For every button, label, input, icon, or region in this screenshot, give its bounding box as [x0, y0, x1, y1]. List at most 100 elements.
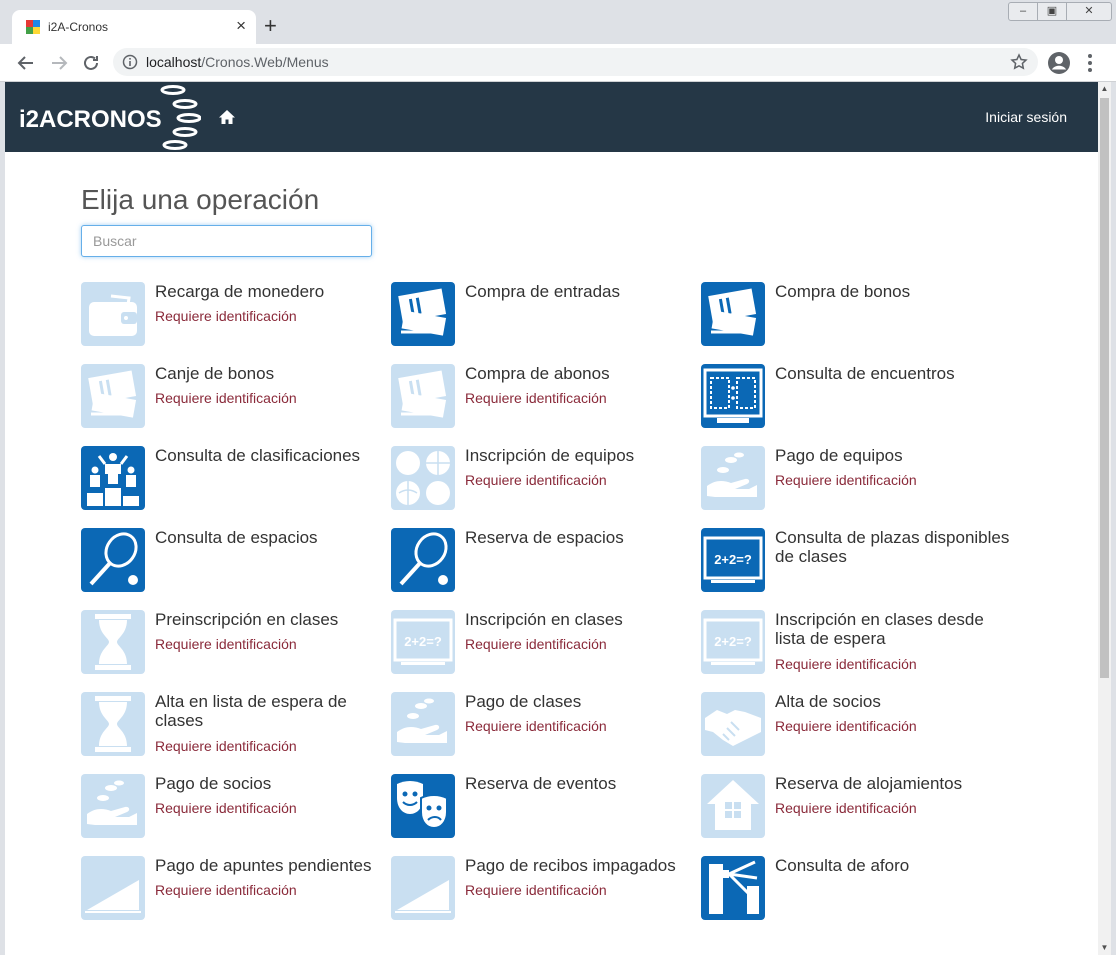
- home-icon[interactable]: [218, 108, 236, 126]
- operation-title[interactable]: Alta en lista de espera de clases: [155, 692, 390, 730]
- blackboard-icon[interactable]: 2+2=?: [701, 528, 765, 592]
- operation-title[interactable]: Pago de apuntes pendientes: [155, 856, 390, 875]
- tickets-icon[interactable]: [391, 364, 455, 428]
- reload-icon[interactable]: [81, 53, 101, 73]
- brand-text: i2ACRONOS: [19, 106, 162, 133]
- hand-coins-icon[interactable]: [391, 692, 455, 756]
- operation-title[interactable]: Alta de socios: [775, 692, 1010, 711]
- operation-title[interactable]: Compra de entradas: [465, 282, 700, 301]
- minimize-icon[interactable]: –: [1008, 2, 1038, 21]
- tickets-icon[interactable]: [701, 282, 765, 346]
- operation-item[interactable]: 2+2=? Inscripción en clases desde lista d…: [701, 609, 1006, 679]
- login-link[interactable]: Iniciar sesión: [985, 109, 1067, 125]
- i2acronos-logo[interactable]: i2ACRONOS: [19, 84, 201, 150]
- operation-requirement: Requiere identificación: [465, 636, 607, 652]
- hourglass-icon[interactable]: [81, 610, 145, 674]
- new-tab-icon[interactable]: +: [264, 14, 277, 38]
- operation-item[interactable]: Reserva de alojamientos Requiere identifi…: [701, 773, 1006, 843]
- operation-item[interactable]: Compra de entradas: [391, 281, 696, 351]
- operation-title[interactable]: Pago de socios: [155, 774, 390, 793]
- operation-item[interactable]: Consulta de encuentros: [701, 363, 1006, 433]
- tickets-icon[interactable]: [81, 364, 145, 428]
- operation-title[interactable]: Consulta de clasificaciones: [155, 446, 390, 465]
- restore-icon[interactable]: ▣: [1037, 2, 1067, 21]
- window-controls: – ▣ ✕: [1008, 2, 1112, 21]
- operation-title[interactable]: Pago de clases: [465, 692, 700, 711]
- podium-icon[interactable]: [81, 446, 145, 510]
- turnstile-icon[interactable]: [701, 856, 765, 920]
- operation-item[interactable]: Pago de equipos Requiere identificación: [701, 445, 1006, 515]
- close-tab-icon[interactable]: ×: [236, 16, 246, 36]
- scrollbar-thumb[interactable]: [1100, 98, 1109, 678]
- operation-title[interactable]: Inscripción en clases: [465, 610, 700, 629]
- operation-item[interactable]: Recarga de monedero Requiere identificaci…: [81, 281, 386, 351]
- browser-tab[interactable]: i2A-Cronos ×: [12, 10, 256, 44]
- operation-title[interactable]: Canje de bonos: [155, 364, 390, 383]
- operation-item[interactable]: Inscripción de equipos Requiere identific…: [391, 445, 696, 515]
- operation-item[interactable]: Reserva de espacios: [391, 527, 696, 597]
- operation-item[interactable]: Pago de socios Requiere identificación: [81, 773, 386, 843]
- hand-coins-icon[interactable]: [81, 774, 145, 838]
- back-icon[interactable]: [16, 53, 36, 73]
- operation-title[interactable]: Reserva de eventos: [465, 774, 700, 793]
- operation-item[interactable]: Compra de bonos: [701, 281, 1006, 351]
- operation-item[interactable]: Consulta de aforo: [701, 855, 1006, 925]
- operation-item[interactable]: Consulta de espacios: [81, 527, 386, 597]
- operation-item[interactable]: Pago de apuntes pendientes Requiere ident…: [81, 855, 386, 925]
- operation-item[interactable]: Pago de clases Requiere identificación: [391, 691, 696, 761]
- operation-item[interactable]: Alta en lista de espera de clases Requier…: [81, 691, 386, 761]
- blackboard-icon[interactable]: 2+2=?: [701, 610, 765, 674]
- operation-title[interactable]: Compra de bonos: [775, 282, 1010, 301]
- operation-title[interactable]: Consulta de aforo: [775, 856, 1010, 875]
- racket-icon[interactable]: [391, 528, 455, 592]
- operation-title[interactable]: Pago de equipos: [775, 446, 1010, 465]
- operation-title[interactable]: Reserva de alojamientos: [775, 774, 1010, 793]
- scroll-down-icon[interactable]: ▼: [1098, 943, 1111, 953]
- search-input[interactable]: [81, 225, 372, 257]
- handshake-icon[interactable]: [701, 692, 765, 756]
- ramp-icon[interactable]: [391, 856, 455, 920]
- tickets-icon[interactable]: [391, 282, 455, 346]
- ramp-icon[interactable]: [81, 856, 145, 920]
- browser-menu-icon[interactable]: [1086, 52, 1094, 74]
- operation-item[interactable]: Compra de abonos Requiere identificación: [391, 363, 696, 433]
- info-icon[interactable]: [122, 54, 138, 70]
- operation-item[interactable]: Alta de socios Requiere identificación: [701, 691, 1006, 761]
- operation-title[interactable]: Compra de abonos: [465, 364, 700, 383]
- operation-item[interactable]: Consulta de clasificaciones: [81, 445, 386, 515]
- operation-title[interactable]: Inscripción en clases desde lista de esp…: [775, 610, 1010, 648]
- scroll-up-icon[interactable]: ▲: [1098, 84, 1111, 94]
- operation-item[interactable]: 2+2=? Consulta de plazas disponibles de c…: [701, 527, 1009, 597]
- operation-title[interactable]: Preinscripción en clases: [155, 610, 390, 629]
- browser-titlebar: i2A-Cronos × + – ▣ ✕: [0, 0, 1116, 44]
- operation-title[interactable]: Reserva de espacios: [465, 528, 700, 547]
- operation-title[interactable]: Consulta de encuentros: [775, 364, 1010, 383]
- operation-title[interactable]: Recarga de monedero: [155, 282, 390, 301]
- address-bar[interactable]: localhost/Cronos.Web/Menus: [113, 48, 1038, 76]
- page-scrollbar[interactable]: ▲ ▼: [1098, 82, 1111, 955]
- forward-icon[interactable]: [49, 53, 69, 73]
- url-path: /Cronos.Web/Menus: [201, 54, 329, 70]
- hourglass-icon[interactable]: [81, 692, 145, 756]
- theater-masks-icon[interactable]: [391, 774, 455, 838]
- wallet-icon[interactable]: [81, 282, 145, 346]
- operation-item[interactable]: Pago de recibos impagados Requiere identi…: [391, 855, 696, 925]
- operation-title[interactable]: Inscripción de equipos: [465, 446, 700, 465]
- operation-item[interactable]: Canje de bonos Requiere identificación: [81, 363, 386, 433]
- house-icon[interactable]: [701, 774, 765, 838]
- balls-icon[interactable]: [391, 446, 455, 510]
- svg-text:2+2=?: 2+2=?: [404, 634, 442, 649]
- hand-coins-icon[interactable]: [701, 446, 765, 510]
- operation-title[interactable]: Consulta de plazas disponibles de clases: [775, 528, 1010, 566]
- racket-icon[interactable]: [81, 528, 145, 592]
- operation-item[interactable]: Reserva de eventos: [391, 773, 696, 843]
- blackboard-icon[interactable]: 2+2=?: [391, 610, 455, 674]
- bookmark-star-icon[interactable]: [1010, 53, 1028, 71]
- operation-item[interactable]: 2+2=? Inscripción en clases Requiere ident…: [391, 609, 696, 679]
- operation-title[interactable]: Pago de recibos impagados: [465, 856, 700, 875]
- operation-title[interactable]: Consulta de espacios: [155, 528, 390, 547]
- scoreboard-icon[interactable]: [701, 364, 765, 428]
- close-window-icon[interactable]: ✕: [1066, 2, 1112, 21]
- operation-item[interactable]: Preinscripción en clases Requiere identif…: [81, 609, 386, 679]
- profile-avatar-icon[interactable]: [1047, 51, 1071, 75]
